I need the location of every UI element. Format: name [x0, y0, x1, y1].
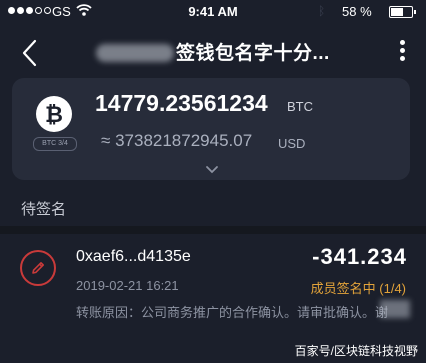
chevron-down-icon [206, 166, 218, 174]
battery-icon [389, 6, 416, 18]
transaction-date: 2019-02-21 16:21 [76, 278, 179, 293]
expand-card-button[interactable] [205, 162, 219, 174]
back-button[interactable] [16, 38, 46, 68]
bluetooth-icon: ᛒ [318, 4, 326, 18]
fiat-value: 373821872945.07 [115, 131, 253, 150]
reason-redaction [380, 300, 410, 318]
section-divider [0, 226, 426, 234]
transaction-amount: -341.234 [312, 244, 407, 269]
svg-text:₿: ₿ [45, 103, 63, 128]
balance-amount: 14779.23561234 [95, 90, 268, 116]
balance-unit: BTC [287, 99, 313, 114]
nav-bar: 签钱包名字十分... [0, 28, 426, 74]
back-chevron-icon [22, 39, 37, 67]
more-menu-button[interactable] [392, 38, 412, 68]
coin-badge: BTC 3/4 [33, 137, 77, 151]
page-title: 签钱包名字十分... [176, 43, 330, 64]
more-vertical-icon [392, 40, 412, 61]
watermark: 百家号/区块链科技视野 [294, 344, 418, 358]
pending-section-title: 待签名 [21, 201, 67, 218]
approx-sign: ≈ [101, 131, 111, 150]
fiat-equivalent: ≈ 373821872945.07 [101, 131, 252, 151]
transaction-address: 0xaef6...d4135e [76, 248, 191, 265]
wallet-balance-card: ₿ BTC 3/4 14779.23561234 BTC ≈ 373821872… [12, 78, 410, 180]
transfer-reason: 转账原因：公司商务推广的合作确认。请审批确认。谢 [76, 305, 389, 320]
pencil-icon [20, 250, 56, 286]
signing-status: 成员签名中 (1/4) [310, 281, 406, 296]
fiat-unit: USD [278, 136, 306, 151]
title-redaction [96, 44, 174, 62]
battery-percent: 58 % [342, 4, 372, 19]
bitcoin-icon: ₿ [36, 96, 72, 132]
status-bar: GS 9:41 AM ᛒ 58 % [0, 0, 426, 24]
